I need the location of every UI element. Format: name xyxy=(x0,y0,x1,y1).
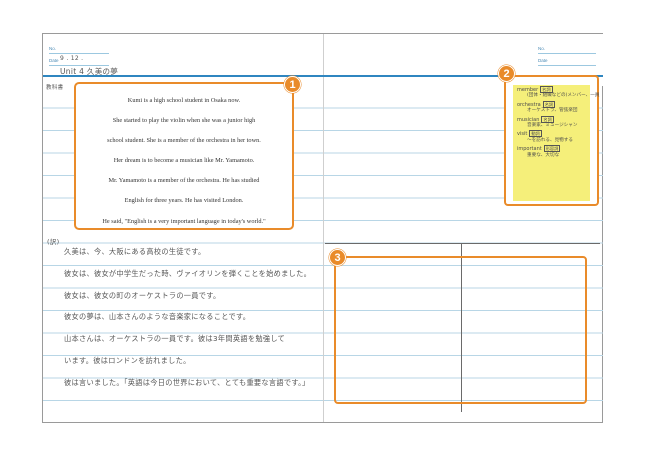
date-value: 9 . 12 . xyxy=(60,55,84,62)
vocab-tag: 形容詞 xyxy=(543,145,561,153)
english-line: He said, "English is a very important la… xyxy=(102,217,266,225)
english-line: Her dream is to become a musician like M… xyxy=(113,157,255,165)
vocab-box: member 名詞 (団体・組織などの)メンバー、一員 orchestra 名詞 オ… xyxy=(504,75,599,206)
translation-line: 彼は言いました。「英語は今日の世界において、とても重要な言語です。」 xyxy=(64,378,310,387)
memo-top-rule xyxy=(325,243,600,244)
vocab-word: important 形容詞 xyxy=(517,145,561,153)
left-page-header: No. Date 9 . 12 . xyxy=(43,34,324,86)
badge-2: 2 xyxy=(498,65,515,82)
vocab-word: musician 名詞 xyxy=(517,115,554,123)
translation-line: 久美は、今、大阪にある高校の生徒です。 xyxy=(64,247,206,256)
english-line: school student. She is a member of the o… xyxy=(107,137,261,145)
no-underline xyxy=(49,53,109,54)
english-line: Mr. Yamamoto is a member of the orchestr… xyxy=(108,177,260,185)
vocab-word: visit 動詞 xyxy=(517,130,542,138)
translation-line: 山本さんは、オーケストラの一員です。彼は3年間英語を勉強して xyxy=(64,334,286,343)
vocab-word: orchestra 名詞 xyxy=(517,100,556,108)
vocab-tag: 名詞 xyxy=(540,86,553,93)
no-label: No. xyxy=(49,46,57,51)
textbook-label: 教科書 xyxy=(46,85,64,91)
date-label: Date xyxy=(538,58,548,63)
vocab-tag: 名詞 xyxy=(542,100,556,108)
date-label: Date xyxy=(49,58,59,63)
translation-line: 彼女の夢は、山本さんのような音楽家になることです。 xyxy=(64,312,251,321)
unit-title: Unit 4 久美の夢 xyxy=(60,67,119,76)
english-line: She started to play the violin when she … xyxy=(112,117,256,125)
badge-1: 1 xyxy=(284,76,301,93)
no-underline xyxy=(538,53,596,54)
translation-line: います。彼はロンドンを訪れました。 xyxy=(64,356,191,365)
no-label: No. xyxy=(538,46,546,51)
memo-box xyxy=(334,256,587,404)
vocab-meaning: 重要な、大切な xyxy=(527,152,560,158)
sticky-note: member 名詞 (団体・組織などの)メンバー、一員 orchestra 名詞 オ… xyxy=(513,85,599,201)
badge-3: 3 xyxy=(329,249,346,266)
english-line: English for three years. He has visited … xyxy=(124,197,244,205)
translation-line: 彼女は、彼女が中学生だった時、ヴァイオリンを弾くことを始めました。 xyxy=(64,269,312,278)
translation-line: 彼女は、彼女の町のオーケストラの一員です。 xyxy=(64,291,221,300)
vocab-tag: 名詞 xyxy=(541,115,554,123)
date-underline xyxy=(538,65,596,66)
vocab-tag: 動詞 xyxy=(529,130,542,138)
english-line: Kumi is a high school student in Osaka n… xyxy=(127,97,241,104)
translation-label: (訳) xyxy=(47,238,60,246)
english-text-box: Kumi is a high school student in Osaka n… xyxy=(74,82,294,230)
